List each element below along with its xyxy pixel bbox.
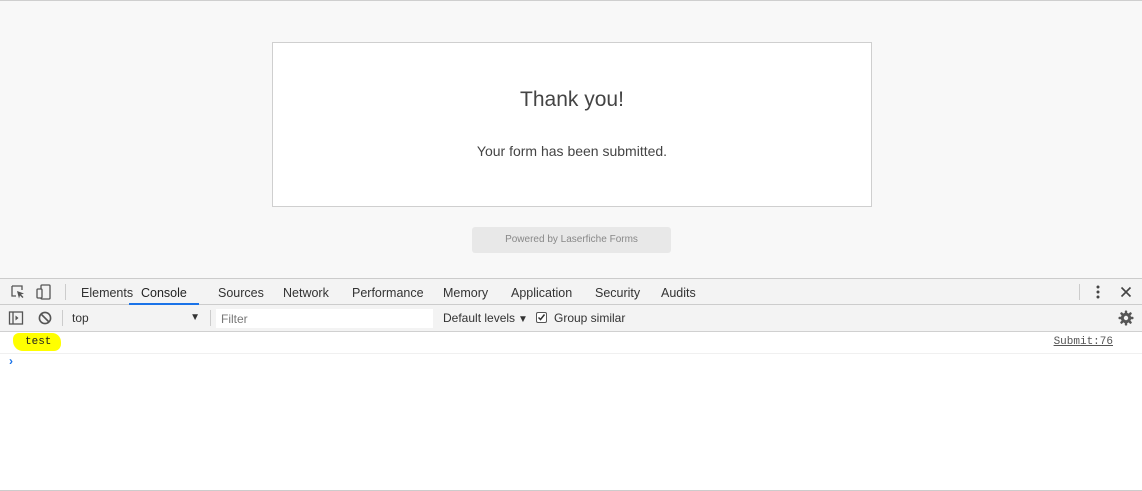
console-message-source-link[interactable]: Submit:76 [1054,336,1113,348]
toolbar-divider [65,284,66,300]
toolbar-divider [62,310,63,326]
confirmation-title: Thank you! [520,88,624,111]
devtools-panel: Elements Console Sources Network Perform… [0,278,1142,491]
close-icon[interactable] [1118,284,1134,300]
tab-console[interactable]: Console [129,279,199,305]
group-similar-label[interactable]: Group similar [554,311,625,325]
tab-memory[interactable]: Memory [443,279,488,305]
toolbar-divider [1079,284,1080,300]
tab-elements[interactable]: Elements [81,279,133,305]
tab-application[interactable]: Application [511,279,572,305]
devtools-tab-bar: Elements Console Sources Network Perform… [0,278,1142,305]
clear-console-icon[interactable] [37,310,53,326]
more-options-icon[interactable] [1090,284,1106,300]
tab-sources[interactable]: Sources [218,279,264,305]
inspect-element-icon[interactable] [10,284,26,300]
console-toolbar: top ▼ Default levels▼ Group similar [0,305,1142,332]
toolbar-divider [210,310,211,326]
filter-input[interactable] [216,309,433,328]
console-message-text: test [25,336,52,348]
log-levels-dropdown[interactable]: Default levels ▼ [443,311,528,325]
log-levels-label: Default levels [443,311,516,325]
settings-gear-icon[interactable] [1118,310,1134,326]
chevron-down-icon: ▼ [190,312,200,323]
confirmation-message: Your form has been submitted. [476,143,668,159]
context-select[interactable]: top ▼ [66,309,206,327]
group-similar-checkbox[interactable] [536,312,547,323]
chevron-down-icon: ▼ [518,314,528,325]
console-prompt-icon[interactable]: › [9,354,13,368]
confirmation-card: Thank you! Your form has been submitted. [272,42,872,207]
tab-audits[interactable]: Audits [661,279,696,305]
context-select-value: top [72,311,89,325]
device-toolbar-icon[interactable] [36,284,52,300]
console-output[interactable]: test Submit:76 › [0,332,1142,491]
console-message: test Submit:76 [0,332,1142,354]
tab-network[interactable]: Network [283,279,329,305]
tab-security[interactable]: Security [595,279,640,305]
powered-by-badge[interactable]: Powered by Laserfiche Forms [472,227,671,253]
page-viewport: Thank you! Your form has been submitted.… [0,0,1142,278]
show-sidebar-icon[interactable] [8,310,24,326]
tab-performance[interactable]: Performance [352,279,424,305]
